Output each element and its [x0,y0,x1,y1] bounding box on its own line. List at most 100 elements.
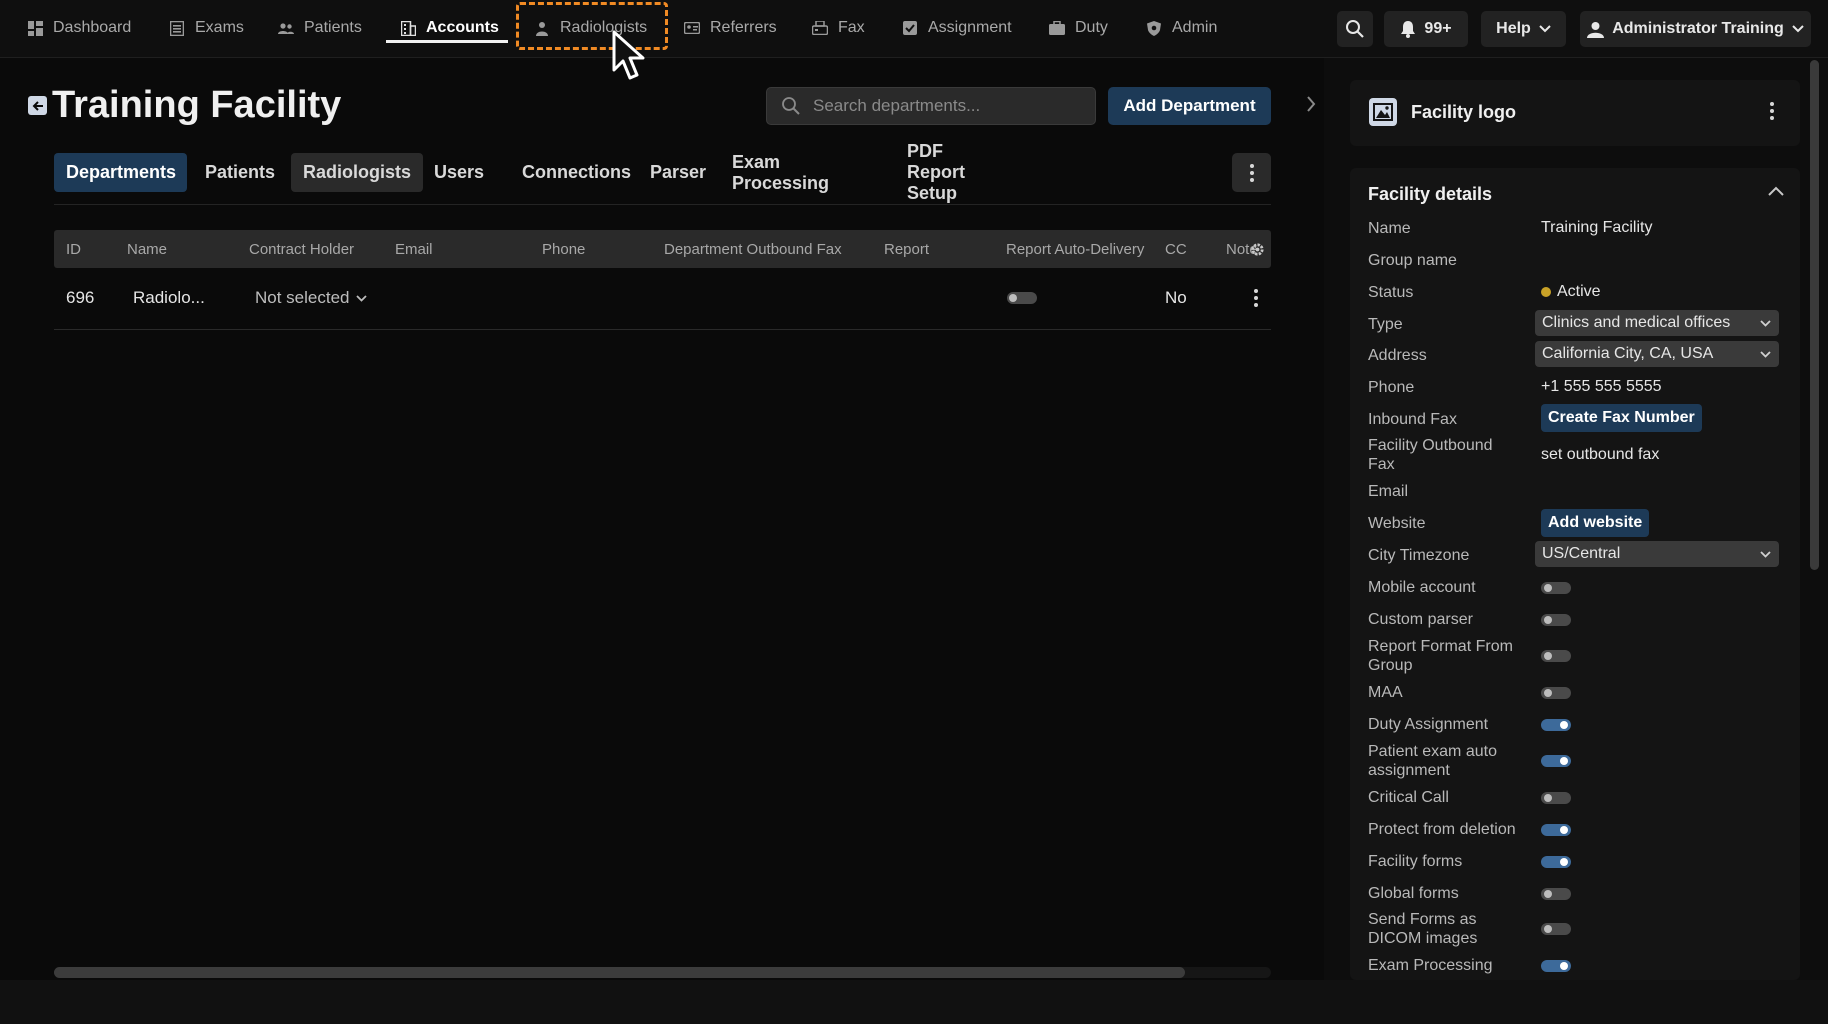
tab-departments[interactable]: Departments [54,153,187,192]
column-header-phone[interactable]: Phone [542,230,585,268]
nav-item-fax[interactable]: Fax [812,0,865,56]
value-outbound-fax[interactable]: set outbound fax [1541,446,1659,464]
duty-assignment-toggle[interactable] [1541,719,1571,731]
column-header-outbound-fax[interactable]: Department Outbound Fax [664,230,842,268]
mobile-account-toggle[interactable] [1541,582,1571,594]
facility-logo-title: Facility logo [1411,102,1517,122]
nav-item-exams[interactable]: Exams [169,0,244,56]
label-status: Status [1368,284,1414,301]
send-forms-dicom-toggle[interactable] [1541,923,1571,935]
auto-delivery-toggle[interactable] [1007,278,1037,318]
chevron-up-icon[interactable] [1768,186,1784,196]
user-icon [1587,21,1605,38]
report-format-from-group-toggle[interactable] [1541,650,1571,662]
add-website-button[interactable]: Add website [1541,509,1650,537]
nav-item-duty[interactable]: Duty [1049,0,1108,56]
column-header-name[interactable]: Name [127,230,167,268]
value-phone[interactable]: +1 555 555 5555 [1541,378,1662,396]
label-send-forms-dicom: Send Forms as DICOM images [1368,911,1478,947]
column-header-cc[interactable]: CC [1165,230,1187,268]
column-header-contract-holder[interactable]: Contract Holder [249,230,354,268]
notifications-button[interactable]: 99+ [1384,11,1468,47]
more-vertical-icon[interactable] [1770,102,1774,120]
chevron-right-icon[interactable] [1306,96,1316,112]
duty-icon [1049,20,1065,36]
custom-parser-toggle[interactable] [1541,614,1571,626]
column-header-email[interactable]: Email [395,230,433,268]
nav-item-admin[interactable]: Admin [1146,0,1217,56]
tab-patients[interactable]: Patients [193,153,287,192]
column-header-auto-delivery[interactable]: Report Auto-Delivery [1006,230,1148,268]
top-navigation: Dashboard Exams Patients Accounts Radiol… [0,0,1828,58]
chevron-down-icon [1760,550,1771,558]
facility-forms-toggle[interactable] [1541,856,1571,868]
help-label: Help [1496,20,1531,37]
nav-item-referrers[interactable]: Referrers [684,0,777,56]
label-global-forms: Global forms [1368,885,1459,902]
type-select[interactable]: Clinics and medical offices [1535,310,1779,336]
protect-from-deletion-toggle[interactable] [1541,824,1571,836]
nav-label-duty: Duty [1075,19,1108,36]
critical-call-toggle[interactable] [1541,792,1571,804]
column-header-id[interactable]: ID [66,230,81,268]
status-dot-icon [1541,287,1551,297]
address-select[interactable]: California City, CA, USA [1535,341,1779,367]
nav-item-patients[interactable]: Patients [278,0,362,56]
more-vertical-icon [1249,163,1254,182]
add-department-button[interactable]: Add Department [1108,87,1271,125]
row-actions-button[interactable] [1254,278,1258,318]
nav-item-dashboard[interactable]: Dashboard [27,0,131,56]
column-settings-gear-icon[interactable] [1250,230,1265,268]
user-menu-button[interactable]: Administrator Training [1580,11,1811,47]
nav-label-accounts: Accounts [426,19,499,36]
column-header-report[interactable]: Report [884,230,929,268]
exam-processing-toggle[interactable] [1541,960,1571,972]
timezone-select[interactable]: US/Central [1535,541,1779,567]
tab-users[interactable]: Users [422,153,496,192]
back-arrow-icon[interactable] [28,96,47,115]
table-header: ID Name Contract Holder Email Phone Depa… [54,230,1271,268]
nav-item-accounts[interactable]: Accounts [400,0,499,56]
contract-holder-select[interactable]: Not selected [255,278,367,318]
tab-pdf-report-setup[interactable]: PDF Report Setup [895,141,977,203]
referrers-icon [684,20,700,36]
dashboard-icon [27,20,43,36]
label-critical-call: Critical Call [1368,789,1449,806]
global-search-button[interactable] [1337,11,1373,47]
search-icon [1346,20,1364,38]
toggle-switch[interactable] [1007,292,1037,304]
tabs-more-button[interactable] [1232,153,1271,192]
nav-label-fax: Fax [838,19,865,36]
search-input[interactable] [813,96,1073,116]
department-search[interactable] [766,87,1096,125]
mouse-cursor-icon [612,30,645,80]
label-maa: MAA [1368,684,1403,701]
label-duty-assignment: Duty Assignment [1368,716,1489,733]
label-address: Address [1368,347,1427,364]
tab-parser[interactable]: Parser [638,153,718,192]
chevron-down-icon [1760,350,1771,358]
notifications-count: 99+ [1424,20,1452,37]
chevron-down-icon [1792,25,1804,33]
patient-exam-auto-assignment-toggle[interactable] [1541,755,1571,767]
cell-name[interactable]: Radiolo... [133,278,205,318]
label-protect-from-deletion: Protect from deletion [1368,821,1516,838]
create-fax-number-button[interactable]: Create Fax Number [1541,404,1702,432]
label-name: Name [1368,220,1411,237]
help-menu-button[interactable]: Help [1481,11,1566,47]
vertical-scrollbar-thumb[interactable] [1810,60,1819,570]
tab-connections[interactable]: Connections [510,153,643,192]
tab-radiologists[interactable]: Radiologists [291,153,424,192]
nav-item-assignment[interactable]: Assignment [902,0,1012,56]
timezone-value: US/Central [1542,545,1621,562]
horizontal-scrollbar-thumb[interactable] [54,967,1185,978]
global-forms-toggle[interactable] [1541,888,1571,900]
table-row[interactable]: 696 Radiolo... Not selected No [54,278,1271,330]
page-title: Training Facility [52,84,342,126]
label-phone: Phone [1368,379,1415,396]
nav-label-admin: Admin [1172,19,1218,36]
bell-icon [1401,21,1416,38]
maa-toggle[interactable] [1541,687,1571,699]
value-name[interactable]: Training Facility [1541,219,1652,237]
tab-exam-processing[interactable]: Exam Processing [720,152,841,193]
